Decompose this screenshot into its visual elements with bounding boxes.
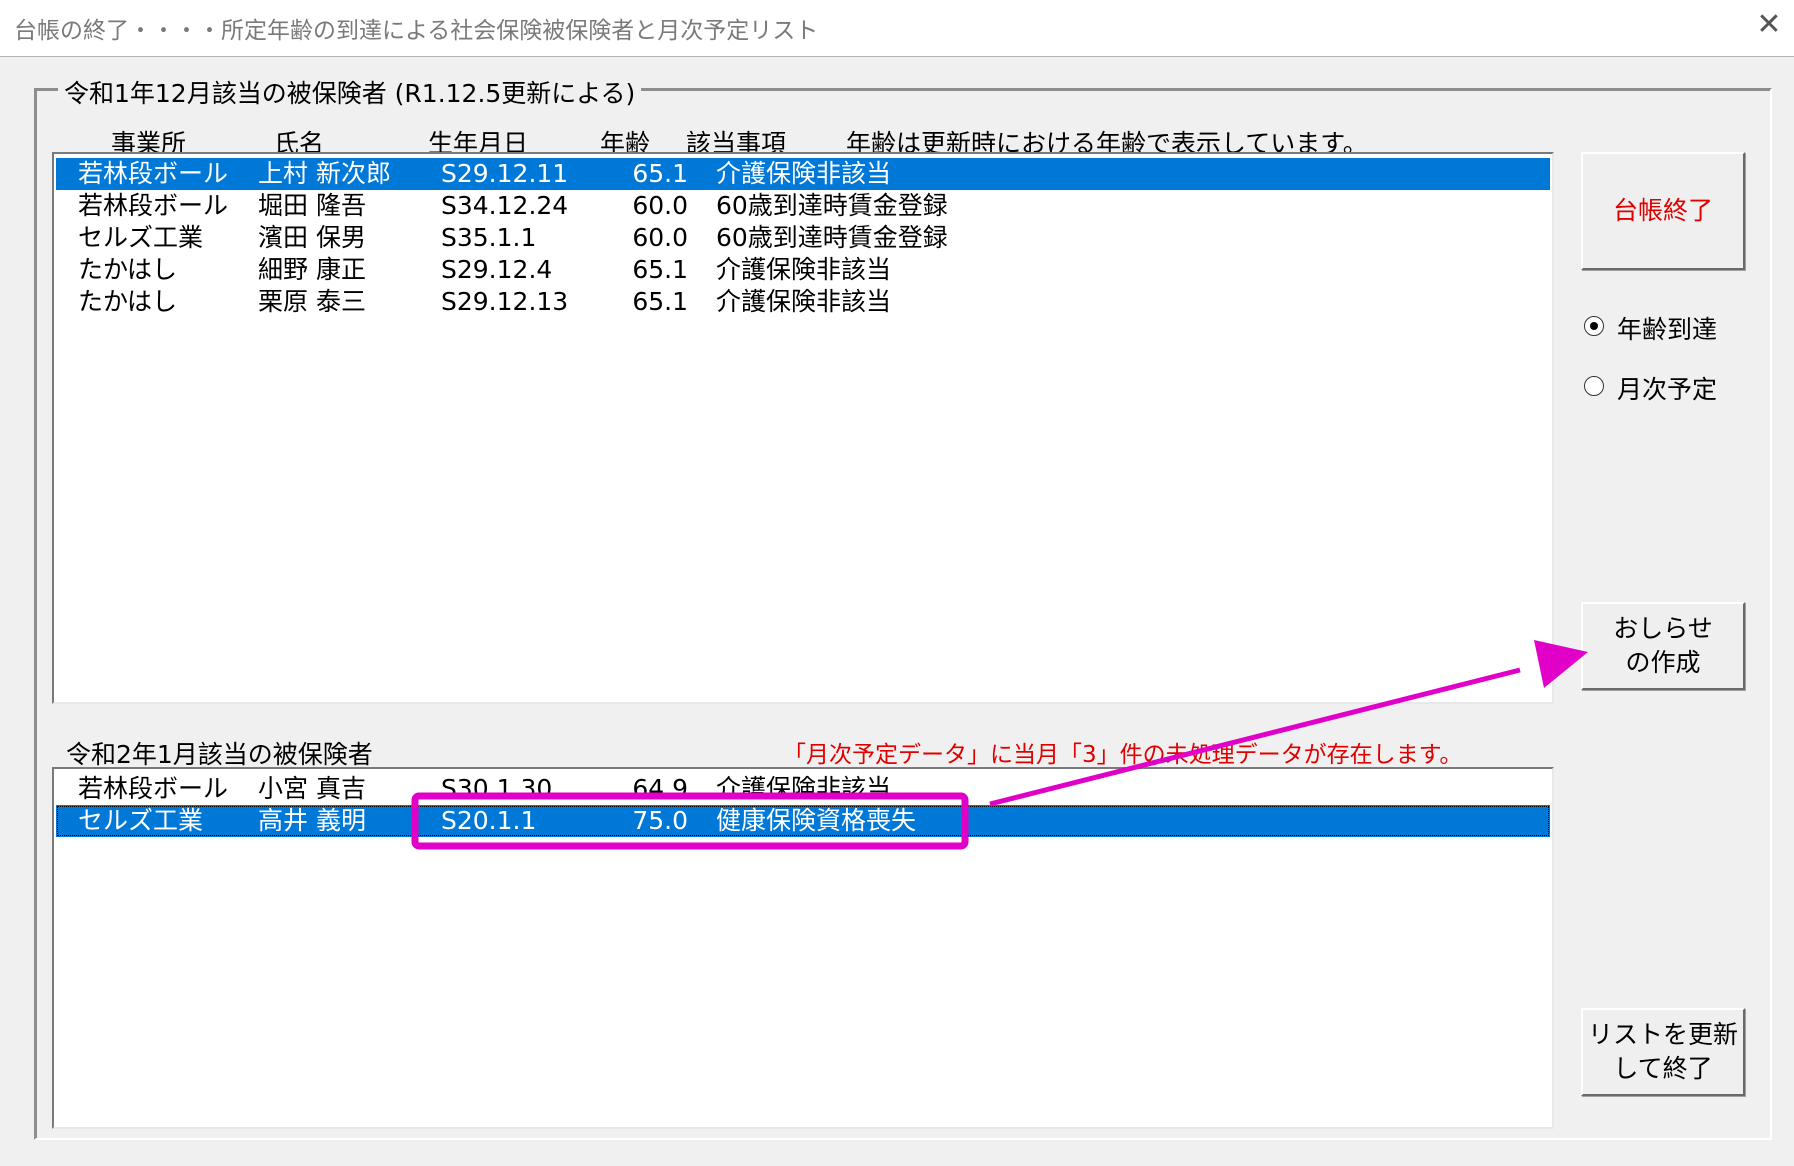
- highlight-box: [411, 792, 969, 850]
- arrow-head-icon: [1534, 640, 1588, 688]
- annotation-arrow-shaft: [989, 667, 1521, 807]
- annotation-overlay: [411, 640, 1588, 850]
